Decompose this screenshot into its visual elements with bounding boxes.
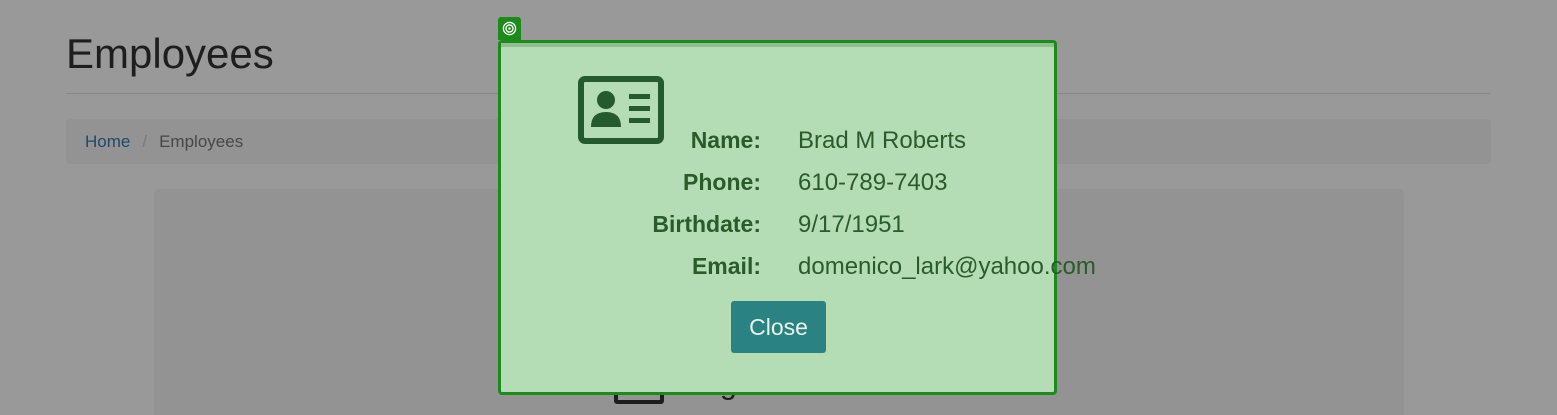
email-label: Email: [691,253,761,279]
email-row: Email: domenico_lark@yahoo.com [501,253,1201,283]
phone-row: Phone: 610-789-7403 [501,169,1201,199]
phone-value: 610-789-7403 [798,169,948,196]
name-row: Name: Brad M Roberts [501,127,1201,157]
email-value[interactable]: domenico_lark@yahoo.com [798,253,1096,281]
name-label: Name: [690,127,761,153]
birthdate-label: Birthdate: [652,211,761,237]
close-button[interactable]: Close [731,301,826,353]
dialog-top-bar [501,43,1054,47]
birthdate-value: 9/17/1951 [798,211,905,238]
employee-details-dialog: Name: Brad M Roberts Phone: 610-789-7403… [498,40,1096,395]
page: Employees Home / Employees Olga T Walker… [0,0,1557,415]
target-icon[interactable] [498,17,521,40]
name-value: Brad M Roberts [798,127,967,154]
phone-label: Phone: [683,169,761,195]
birthdate-row: Birthdate: 9/17/1951 [501,211,1201,241]
